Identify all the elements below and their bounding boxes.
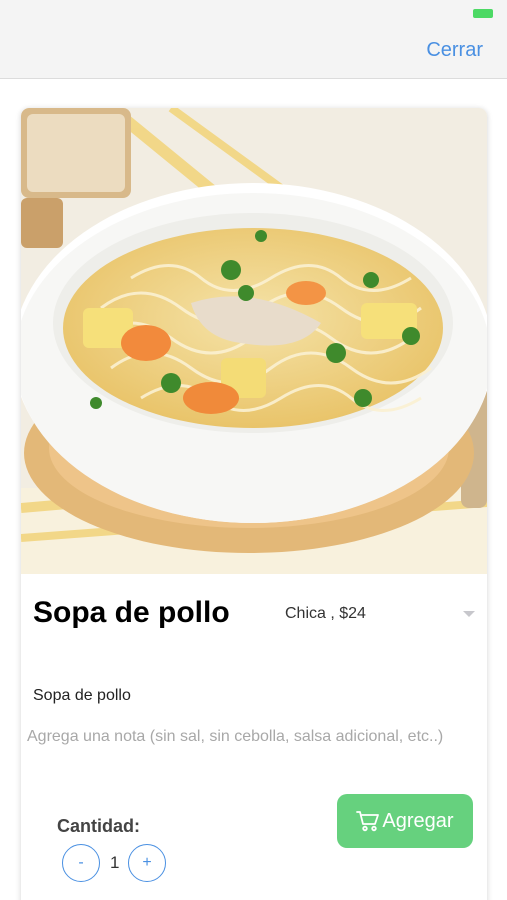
status-bar: [0, 0, 507, 26]
product-title: Sopa de pollo: [33, 596, 230, 629]
product-card: Sopa de pollo Chica , $24 Sopa de pollo …: [21, 108, 487, 900]
add-to-cart-label: Agregar: [382, 809, 454, 832]
quantity-decrease-button[interactable]: -: [62, 844, 100, 882]
size-select-value: Chica , $24: [285, 605, 366, 622]
quantity-value: 1: [110, 853, 120, 872]
chevron-down-icon: [463, 611, 475, 617]
battery-icon: [473, 9, 493, 18]
quantity-label: Cantidad:: [57, 816, 140, 836]
navbar: Cerrar: [0, 26, 507, 79]
product-image: [21, 108, 487, 574]
shopping-cart-icon: [356, 810, 380, 832]
close-button[interactable]: Cerrar: [426, 39, 483, 62]
product-description: Sopa de pollo: [33, 687, 131, 704]
add-to-cart-button[interactable]: Agregar: [337, 794, 473, 848]
quantity-increase-button[interactable]: +: [128, 844, 166, 882]
note-input[interactable]: [27, 726, 467, 774]
size-select[interactable]: Chica , $24: [285, 605, 475, 627]
